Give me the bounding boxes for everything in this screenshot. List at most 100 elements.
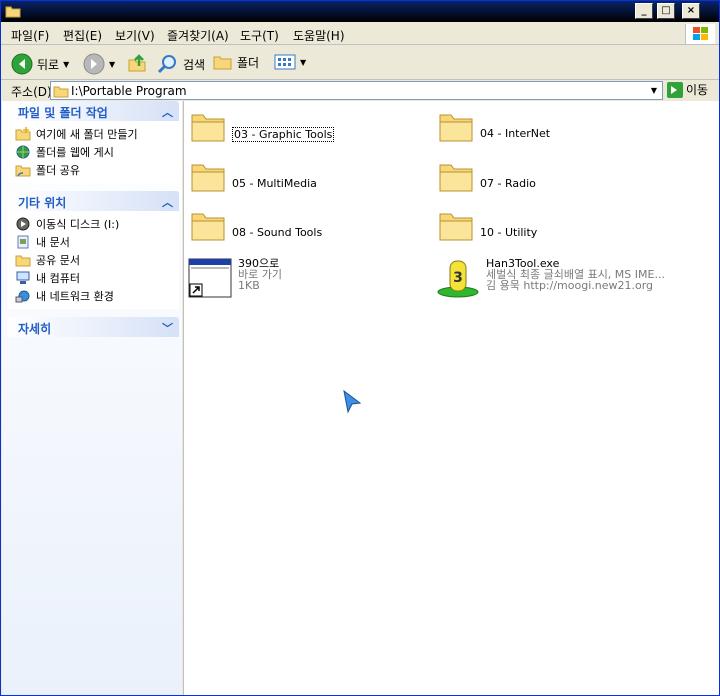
explorer-window: _ □ × 파일(F) 편집(E) 보기(V) 즐겨찾기(A) 도구(T) 도움…	[0, 0, 720, 696]
menu-edit[interactable]: 편집(E)	[63, 27, 102, 44]
my-computer-icon	[16, 271, 30, 284]
mouse-cursor-icon	[343, 389, 362, 414]
task-publish-web[interactable]: 폴더를 웹에 게시	[7, 143, 179, 161]
file-list-view[interactable]: 03 - Graphic Tools 04 - InterNet 05 - Mu…	[183, 101, 719, 695]
globe-icon	[16, 145, 30, 159]
menu-tools[interactable]: 도구(T)	[240, 27, 279, 44]
menu-file[interactable]: 파일(F)	[11, 27, 49, 44]
chevron-down-icon[interactable]: ﹀	[162, 320, 173, 336]
shortcut-window-icon	[188, 258, 232, 298]
file-item[interactable]: 390으로 바로 가기 1KB	[188, 258, 282, 298]
place-removable-disk[interactable]: 이동식 디스크 (I:)	[7, 215, 179, 233]
folder-name: 03 - Graphic Tools	[232, 127, 335, 142]
search-label: 검색	[183, 57, 206, 72]
place-my-computer[interactable]: 내 컴퓨터	[7, 269, 179, 287]
minimize-button[interactable]: _	[635, 3, 653, 19]
folder-name: 08 - Sound Tools	[232, 226, 323, 239]
new-folder-icon	[15, 127, 31, 141]
standard-toolbar: 뒤로 ▼ ▼ 검색 폴더 ▼	[1, 46, 719, 80]
forward-button[interactable]: ▼	[83, 53, 115, 75]
folder-name: 07 - Radio	[480, 177, 536, 190]
place-label: 이동식 디스크 (I:)	[36, 218, 120, 231]
place-network[interactable]: 내 네트워크 환경	[7, 287, 179, 305]
folder-icon	[439, 164, 473, 192]
removable-disk-icon	[16, 217, 30, 231]
go-label: 이동	[686, 83, 709, 97]
folders-button[interactable]: 폴더	[213, 53, 259, 71]
chevron-up-icon[interactable]: ︿	[162, 194, 173, 210]
folder-icon	[191, 164, 225, 192]
place-label: 내 네트워크 환경	[36, 290, 114, 303]
file-folder-tasks-header[interactable]: 파일 및 폴더 작업 ︿	[7, 101, 179, 121]
network-icon	[15, 290, 30, 303]
task-share-folder[interactable]: 폴더 공유	[7, 161, 179, 179]
go-arrow-icon	[667, 81, 683, 98]
folders-label: 폴더	[237, 55, 260, 70]
place-my-documents[interactable]: 내 문서	[7, 233, 179, 251]
chevron-up-icon[interactable]: ︿	[162, 104, 173, 120]
folder-icon	[53, 86, 69, 98]
task-new-folder[interactable]: 여기에 새 폴더 만들기	[7, 125, 179, 143]
task-label: 폴더 공유	[36, 164, 80, 177]
place-label: 내 컴퓨터	[36, 272, 80, 285]
views-button[interactable]: ▼	[274, 53, 306, 71]
folder-icon	[439, 213, 473, 241]
address-bar: 주소(D) I:\Portable Program ▼ 이동	[1, 81, 719, 101]
views-dropdown-icon[interactable]: ▼	[300, 58, 306, 67]
go-button[interactable]: 이동	[667, 81, 708, 98]
file-company: 김 용묵 http://moogi.new21.org	[486, 279, 654, 292]
folder-item[interactable]: 03 - Graphic Tools	[190, 109, 335, 143]
menu-help[interactable]: 도움말(H)	[293, 27, 345, 44]
back-dropdown-icon[interactable]: ▼	[63, 60, 69, 69]
folder-item[interactable]: 05 - MultiMedia	[190, 159, 317, 193]
folder-item[interactable]: 08 - Sound Tools	[190, 208, 322, 242]
task-pane: 파일 및 폴더 작업 ︿ 여기에 새 폴더 만들기 폴더를 웹에 게시 폴더 공…	[2, 101, 182, 695]
back-arrow-icon	[11, 53, 33, 75]
menu-favorites[interactable]: 즐겨찾기(A)	[167, 27, 229, 44]
task-label: 폴더를 웹에 게시	[36, 146, 114, 159]
folder-item[interactable]: 04 - InterNet	[438, 109, 550, 143]
folder-name: 05 - MultiMedia	[232, 177, 317, 190]
shared-folder-icon	[15, 165, 31, 177]
place-label: 내 문서	[36, 236, 70, 249]
menu-view[interactable]: 보기(V)	[115, 27, 155, 44]
maximize-button[interactable]: □	[657, 3, 675, 19]
panel-title: 기타 위치	[18, 196, 67, 210]
other-places-panel: 기타 위치 ︿ 이동식 디스크 (I:) 내 문서 공유 문서 내 컴퓨터 내 …	[7, 191, 179, 309]
svg-text:3: 3	[453, 270, 463, 286]
address-label: 주소(D)	[11, 85, 52, 99]
han3tool-app-icon: 3	[437, 260, 479, 298]
folder-name: 10 - Utility	[480, 226, 538, 239]
back-button[interactable]: 뒤로 ▼	[11, 53, 69, 75]
panel-title: 자세히	[18, 322, 52, 336]
my-documents-icon	[17, 235, 29, 249]
up-folder-button[interactable]	[127, 53, 147, 73]
other-places-header[interactable]: 기타 위치 ︿	[7, 191, 179, 211]
back-label: 뒤로	[37, 57, 60, 72]
place-shared-documents[interactable]: 공유 문서	[7, 251, 179, 269]
search-button[interactable]: 검색	[157, 53, 205, 75]
search-icon	[157, 55, 176, 74]
forward-arrow-icon	[83, 53, 105, 75]
up-folder-icon	[128, 54, 146, 72]
folders-icon	[213, 56, 232, 70]
file-size: 1KB	[238, 279, 260, 292]
file-folder-tasks-panel: 파일 및 폴더 작업 ︿ 여기에 새 폴더 만들기 폴더를 웹에 게시 폴더 공…	[7, 101, 179, 183]
address-dropdown-icon[interactable]: ▼	[647, 83, 661, 98]
address-input[interactable]: I:\Portable Program ▼	[50, 81, 663, 100]
windows-logo-icon	[685, 24, 715, 44]
title-bar[interactable]: _ □ ×	[1, 1, 719, 22]
forward-dropdown-icon[interactable]: ▼	[109, 60, 115, 69]
close-button[interactable]: ×	[682, 3, 700, 19]
place-label: 공유 문서	[36, 254, 80, 267]
task-label: 여기에 새 폴더 만들기	[36, 128, 138, 141]
folder-icon	[191, 213, 225, 241]
folder-icon	[191, 114, 225, 142]
folder-icon	[5, 6, 21, 18]
folder-item[interactable]: 10 - Utility	[438, 208, 537, 242]
folder-item[interactable]: 07 - Radio	[438, 159, 536, 193]
folder-name: 04 - InterNet	[480, 127, 551, 140]
file-item[interactable]: 3 Han3Tool.exe 세벌식 최종 글쇠배열 표시, MS IME...…	[436, 258, 665, 298]
address-path: I:\Portable Program	[71, 84, 187, 98]
details-header[interactable]: 자세히 ﹀	[7, 317, 179, 337]
